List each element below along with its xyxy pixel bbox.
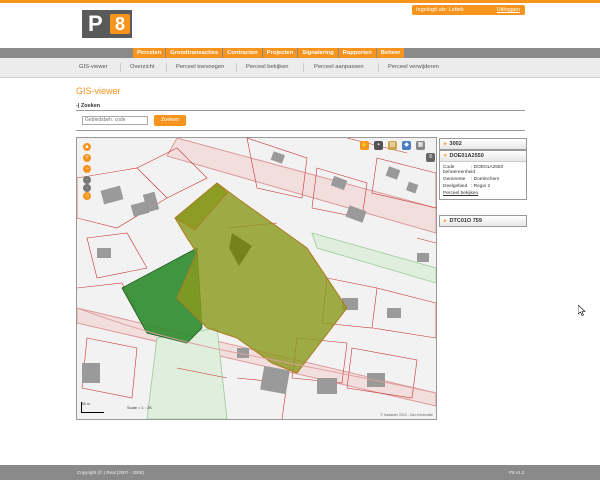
row-key: Gemeente <box>443 177 466 182</box>
zoom-level-icon[interactable]: · <box>83 176 91 184</box>
scale-bar: 50 m <box>81 402 104 413</box>
footer: Copyright (© ) Real (2007 - 2008) P8 v1.… <box>0 465 600 480</box>
info-icon[interactable]: ◆ <box>402 141 411 150</box>
panel-row: Code beheereenheid: DOE01A2550 <box>443 165 522 175</box>
result-panel-doe01a2550[interactable]: ▾ DOE01A2550 Code beheereenheid: DOE01A25… <box>439 150 527 200</box>
zoom-out-icon[interactable]: − <box>83 165 91 173</box>
logo-letter: P <box>88 11 103 36</box>
panel-title: 3002 <box>449 141 462 147</box>
scale-bar-label: 50 m <box>82 402 90 406</box>
panel-header[interactable]: ▸ 3002 <box>440 139 526 149</box>
expand-arrow-icon[interactable]: ▸ <box>444 218 447 224</box>
divider <box>76 130 525 131</box>
pan-up-icon[interactable]: ▲ <box>83 143 91 151</box>
row-key: Code beheereenheid <box>443 165 476 175</box>
page-title: GIS-viewer <box>76 86 121 96</box>
logged-in-user: Ingelogd als: Lettek <box>416 7 464 13</box>
search-input[interactable] <box>82 116 148 125</box>
panel-title: DOE01A2550 <box>449 153 484 159</box>
panel-title: DTC01O 759 <box>449 218 482 224</box>
save-icon[interactable]: ▪ <box>374 141 383 150</box>
main-nav: Percelen Grondtransacties Contracten Pro… <box>0 48 600 58</box>
zoom-slider-icon[interactable]: · <box>83 184 91 192</box>
pan-tool-icon[interactable]: ✋ <box>360 141 369 150</box>
subnav-divider <box>378 63 379 72</box>
expand-arrow-icon[interactable]: ▸ <box>444 141 447 147</box>
zoom-extent-icon[interactable]: ○ <box>83 192 91 200</box>
subnav-perceel-aanpassen[interactable]: Perceel aanpassen <box>314 58 364 77</box>
panel-header[interactable]: ▾ DOE01A2550 <box>440 151 526 161</box>
search-heading[interactable]: -| Zoeken <box>76 103 100 109</box>
panel-body: Code beheereenheid: DOE01A2550 Gemeente:… <box>440 161 526 199</box>
subnav-perceel-verwijderen[interactable]: Perceel verwijderen <box>388 58 439 77</box>
subnav-overzicht[interactable]: Overzicht <box>130 58 154 77</box>
version: P8 v1.2 <box>509 470 525 475</box>
collapse-arrow-icon[interactable]: ▾ <box>444 153 447 159</box>
sub-nav: GIS-viewer Overzicht Perceel toevoegen P… <box>0 58 600 78</box>
layers-icon[interactable]: ≡ <box>426 153 435 162</box>
user-box: Ingelogd als: Lettek Uitloggen <box>412 5 525 15</box>
zoom-in-icon[interactable]: + <box>83 154 91 162</box>
nav-tab-percelen[interactable]: Percelen <box>133 48 166 58</box>
print-icon[interactable]: ▤ <box>388 141 397 150</box>
result-panel-dtc01o759[interactable]: ▸ DTC01O 759 <box>439 215 527 227</box>
panel-row: Deelgebied: Regio 2 <box>443 184 522 189</box>
gis-map[interactable]: ▲ + − · · ○ ✋ ▪ ▤ ◆ ▦ ≡ 50 m Scale = 1 :… <box>76 137 437 420</box>
row-value: : Doetinchem <box>471 177 500 182</box>
subnav-perceel-bekijken[interactable]: Perceel bekijken <box>246 58 289 77</box>
search-button[interactable]: Zoeken <box>154 115 186 126</box>
divider <box>76 110 525 111</box>
subnav-divider <box>166 63 167 72</box>
subnav-divider <box>236 63 237 72</box>
result-panel-3002[interactable]: ▸ 3002 <box>439 138 527 150</box>
subnav-divider <box>303 63 304 72</box>
scale-text: Scale = 1 : 2K <box>127 405 153 410</box>
map-canvas[interactable] <box>77 138 436 419</box>
panel-row: Gemeente : Doetinchem <box>443 177 522 182</box>
row-key: Deelgebied <box>443 184 468 189</box>
top-accent-bar <box>0 0 600 3</box>
measure-icon[interactable]: ▦ <box>416 141 425 150</box>
p8-logo: P 8 <box>82 10 132 38</box>
main-nav-tabs: Percelen Grondtransacties Contracten Pro… <box>133 48 405 58</box>
nav-tab-grondtransacties[interactable]: Grondtransacties <box>166 48 223 58</box>
copyright: Copyright (© ) Real (2007 - 2008) <box>77 470 144 475</box>
subnav-gis-viewer[interactable]: GIS-viewer <box>79 58 108 77</box>
nav-tab-projecten[interactable]: Projecten <box>262 48 298 58</box>
nav-tab-signalering[interactable]: Signalering <box>298 48 338 58</box>
perceel-bekijken-link[interactable]: Perceel bekijken <box>443 191 522 196</box>
subnav-perceel-toevoegen[interactable]: Perceel toevoegen <box>176 58 224 77</box>
nav-tab-beheer[interactable]: Beheer <box>376 48 405 58</box>
row-value: : DOE01A2550 <box>471 165 504 170</box>
map-attribution: © Kadaster 2013 - Geo Informatie <box>380 413 433 417</box>
nav-tab-rapporten[interactable]: Rapporten <box>338 48 376 58</box>
mouse-cursor-icon <box>578 305 586 316</box>
subnav-divider <box>120 63 121 72</box>
logo-number: 8 <box>110 14 130 34</box>
nav-tab-contracten[interactable]: Contracten <box>223 48 262 58</box>
panel-header[interactable]: ▸ DTC01O 759 <box>440 216 526 226</box>
row-value: : Regio 2 <box>471 184 491 189</box>
logout-link[interactable]: Uitloggen <box>497 5 520 15</box>
